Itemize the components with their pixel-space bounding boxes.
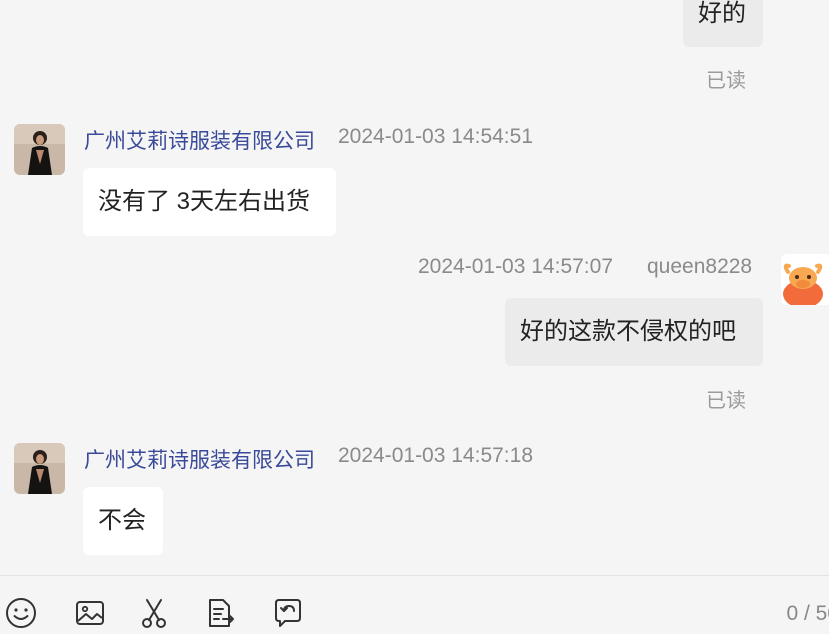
history-button[interactable] <box>271 596 305 630</box>
message-text: 没有了 3天左右出货 <box>98 188 311 215</box>
message-timestamp: 2024-01-03 14:57:07 <box>418 255 613 278</box>
emoji-icon <box>6 598 36 628</box>
avatar[interactable] <box>781 254 829 305</box>
read-status: 已读 <box>706 70 746 92</box>
sender-name[interactable]: 广州艾莉诗服装有限公司 <box>84 125 315 155</box>
read-status: 已读 <box>706 390 746 412</box>
char-counter: 0 / 50 <box>786 602 829 625</box>
history-icon <box>275 599 301 627</box>
sender-name: queen8228 <box>647 255 753 278</box>
message-text: 好的这款不侵权的吧 <box>520 318 736 345</box>
scissors-icon <box>142 599 166 628</box>
file-button[interactable] <box>203 596 237 630</box>
message-list[interactable]: 好的 已读 广州艾莉诗服装有限公司 2024-01-03 14:54:51 没有… <box>0 0 829 576</box>
image-button[interactable] <box>73 596 107 630</box>
emoji-button[interactable] <box>4 596 38 630</box>
message-bubble-outgoing: 好的 <box>683 0 763 47</box>
sender-name[interactable]: 广州艾莉诗服装有限公司 <box>84 444 315 474</box>
message-timestamp: 2024-01-03 14:54:51 <box>338 125 533 148</box>
message-bubble-outgoing: 好的这款不侵权的吧 <box>505 298 763 366</box>
message-bubble-incoming: 不会 <box>83 487 163 555</box>
image-icon <box>76 601 104 625</box>
avatar[interactable] <box>14 124 65 175</box>
input-toolbar: 0 / 50 <box>0 576 829 634</box>
message-timestamp: 2024-01-03 14:57:18 <box>338 444 533 467</box>
message-bubble-incoming: 没有了 3天左右出货 <box>83 168 336 236</box>
screenshot-button[interactable] <box>137 596 171 630</box>
message-text: 好的 <box>698 0 746 27</box>
avatar[interactable] <box>14 443 65 494</box>
file-icon <box>209 599 234 627</box>
message-text: 不会 <box>98 507 146 534</box>
